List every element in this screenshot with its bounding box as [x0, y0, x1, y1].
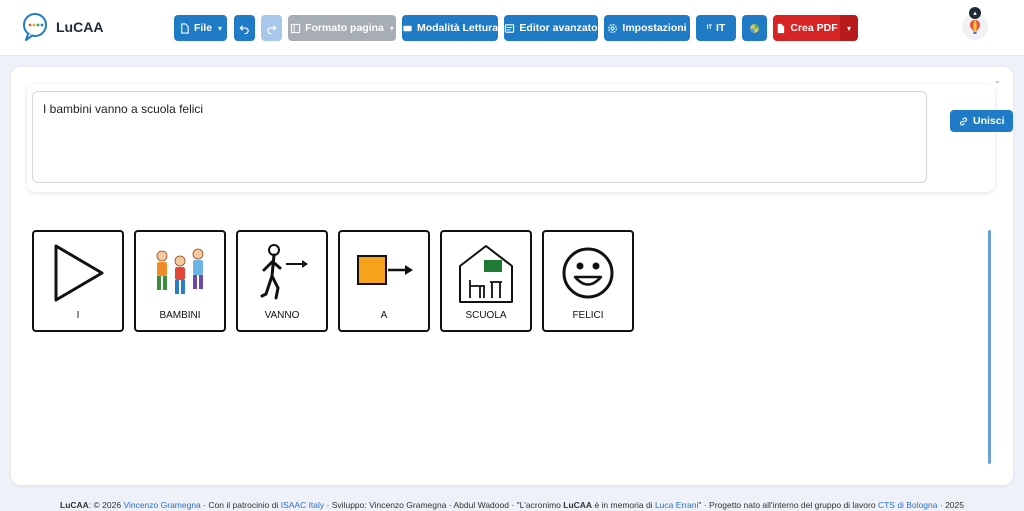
- top-navbar: LuCAA File ▾ Formato pagina ▾ Modalità L…: [0, 0, 1024, 56]
- project-text: Progetto nato all'interno del gruppo di …: [709, 500, 876, 510]
- undo-icon: [239, 23, 250, 34]
- redo-button[interactable]: [261, 15, 282, 41]
- chevron-down-icon: ▾: [218, 23, 223, 33]
- symbol-word: A: [380, 310, 388, 321]
- memory-text: "L'acronimo: [516, 500, 561, 510]
- symbol-card[interactable]: BAMBINI: [134, 230, 226, 332]
- editor-avanzato-label: Editor avanzato: [519, 22, 598, 34]
- scrollbar[interactable]: [988, 230, 991, 464]
- sentence-input-card: I bambini vanno a scuola felici Unisci: [27, 84, 1013, 192]
- editor-icon: [504, 23, 515, 34]
- modalita-lettura-label: Modalità Lettura: [416, 22, 499, 34]
- undo-button[interactable]: [234, 15, 255, 41]
- footer-separator: ·: [511, 500, 515, 510]
- redo-icon: [266, 23, 277, 34]
- footer-brand: LuCAA: [60, 500, 89, 510]
- modalita-lettura-button[interactable]: Modalità Lettura: [402, 15, 498, 41]
- symbol-word: BAMBINI: [159, 310, 201, 321]
- symbol-card[interactable]: SCUOLA: [440, 230, 532, 332]
- development-credits: Sviluppo: Vincenzo Gramegna · Abdul Wado…: [331, 500, 509, 510]
- link-icon: [958, 116, 969, 127]
- footer-separator: ·: [203, 500, 207, 510]
- author-link[interactable]: Vincenzo Gramegna: [123, 500, 200, 510]
- memory-brand: LuCAA: [563, 500, 593, 510]
- palette-icon: [749, 23, 760, 34]
- crea-pdf-options-button[interactable]: ▾: [840, 15, 858, 41]
- gear-icon: [607, 23, 618, 34]
- sentence-textarea[interactable]: I bambini vanno a scuola felici: [32, 91, 927, 183]
- memory-quote-close: ": [698, 500, 702, 510]
- play-triangle-icon: [54, 244, 104, 302]
- symbol-card[interactable]: A: [338, 230, 430, 332]
- color-theme-button[interactable]: [742, 15, 767, 41]
- reading-mode-icon: [402, 23, 413, 34]
- unisci-button[interactable]: Unisci: [950, 110, 1013, 132]
- footer: LuCAA: © 2026 Vincenzo Gramegna · Con il…: [0, 500, 1024, 510]
- chevron-up-icon[interactable]: ▴: [969, 7, 981, 19]
- project-year: · 2025: [939, 500, 964, 510]
- brand[interactable]: LuCAA: [20, 12, 103, 42]
- app-name: LuCAA: [56, 19, 104, 35]
- symbol-word: FELICI: [572, 310, 604, 321]
- footer-separator: ·: [326, 500, 330, 510]
- school-icon: [459, 245, 513, 303]
- unisci-label: Unisci: [973, 115, 1005, 127]
- walking-person-icon: [260, 244, 308, 300]
- file-icon: [179, 22, 190, 34]
- chevron-down-icon[interactable]: ⌄: [993, 75, 1001, 86]
- symbol-card[interactable]: FELICI: [542, 230, 634, 332]
- memory-text-2: è in memoria di: [594, 500, 653, 510]
- smiley-face-icon: [562, 247, 614, 299]
- footer-separator: ·: [703, 500, 707, 510]
- language-button[interactable]: IT IT: [696, 15, 736, 41]
- symbol-card[interactable]: I: [32, 230, 124, 332]
- file-menu-button[interactable]: File ▾: [174, 15, 227, 41]
- symbol-word: VANNO: [264, 310, 300, 321]
- isaac-italy-link[interactable]: ISAAC Italy: [281, 500, 324, 510]
- cts-bologna-link[interactable]: CTS di Bologna: [878, 500, 938, 510]
- formato-pagina-label: Formato pagina: [305, 22, 384, 34]
- crea-pdf-button[interactable]: Crea PDF: [773, 15, 840, 41]
- impostazioni-button[interactable]: Impostazioni: [604, 15, 690, 41]
- impostazioni-label: Impostazioni: [622, 22, 687, 34]
- luca-errani-link[interactable]: Luca Errani: [655, 500, 698, 510]
- formato-pagina-button[interactable]: Formato pagina ▾: [288, 15, 396, 41]
- chevron-down-icon: ▾: [389, 23, 394, 33]
- square-arrow-icon: [357, 255, 413, 285]
- page-layout-icon: [290, 23, 301, 34]
- main-panel: ⌄ I bambini vanno a scuola felici Unisci…: [11, 67, 1013, 485]
- symbol-word: I: [76, 310, 80, 321]
- chevron-down-icon: ▾: [846, 23, 851, 33]
- symbol-word: SCUOLA: [465, 310, 507, 321]
- symbol-card[interactable]: VANNO: [236, 230, 328, 332]
- crea-pdf-label: Crea PDF: [790, 22, 838, 34]
- patronage-text: Con il patrocinio di: [208, 500, 279, 510]
- language-label: IT: [716, 22, 726, 34]
- language-code-icon: IT: [706, 25, 712, 31]
- balloon-avatar-icon: [970, 20, 980, 34]
- file-menu-label: File: [193, 22, 213, 34]
- speech-bubble-logo-icon: [23, 13, 47, 41]
- editor-avanzato-button[interactable]: Editor avanzato: [504, 15, 598, 41]
- pdf-file-icon: [775, 23, 786, 34]
- footer-copyright: : © 2026: [88, 500, 122, 510]
- children-icon: [156, 248, 204, 294]
